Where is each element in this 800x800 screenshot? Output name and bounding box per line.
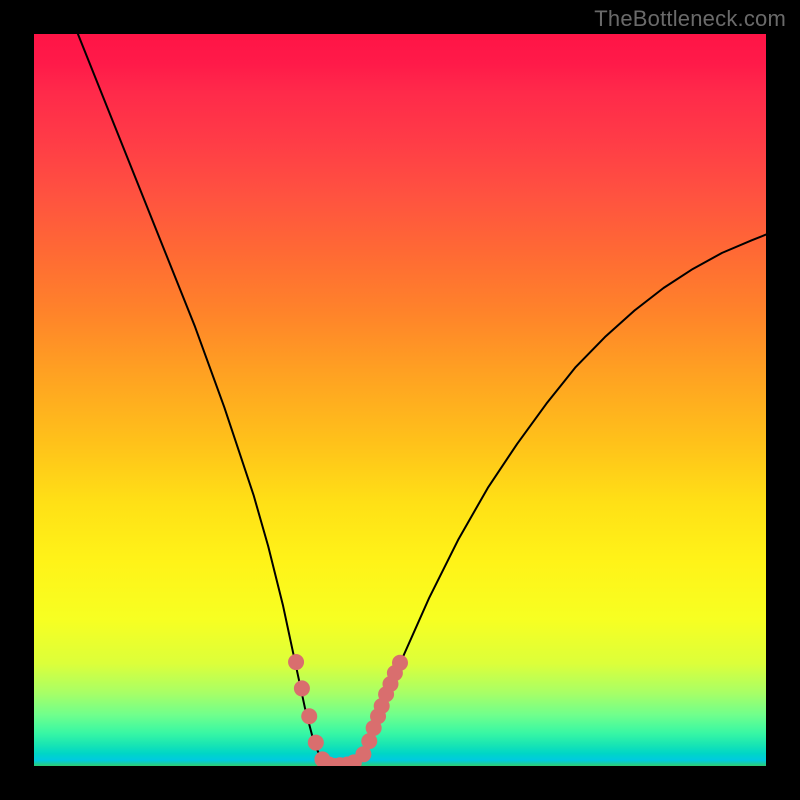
watermark-text: TheBottleneck.com [594, 6, 786, 32]
curve-svg [34, 34, 766, 766]
marker-dots [288, 654, 408, 766]
plot-area [34, 34, 766, 766]
chart-frame: TheBottleneck.com [0, 0, 800, 800]
curve-path [78, 34, 766, 766]
